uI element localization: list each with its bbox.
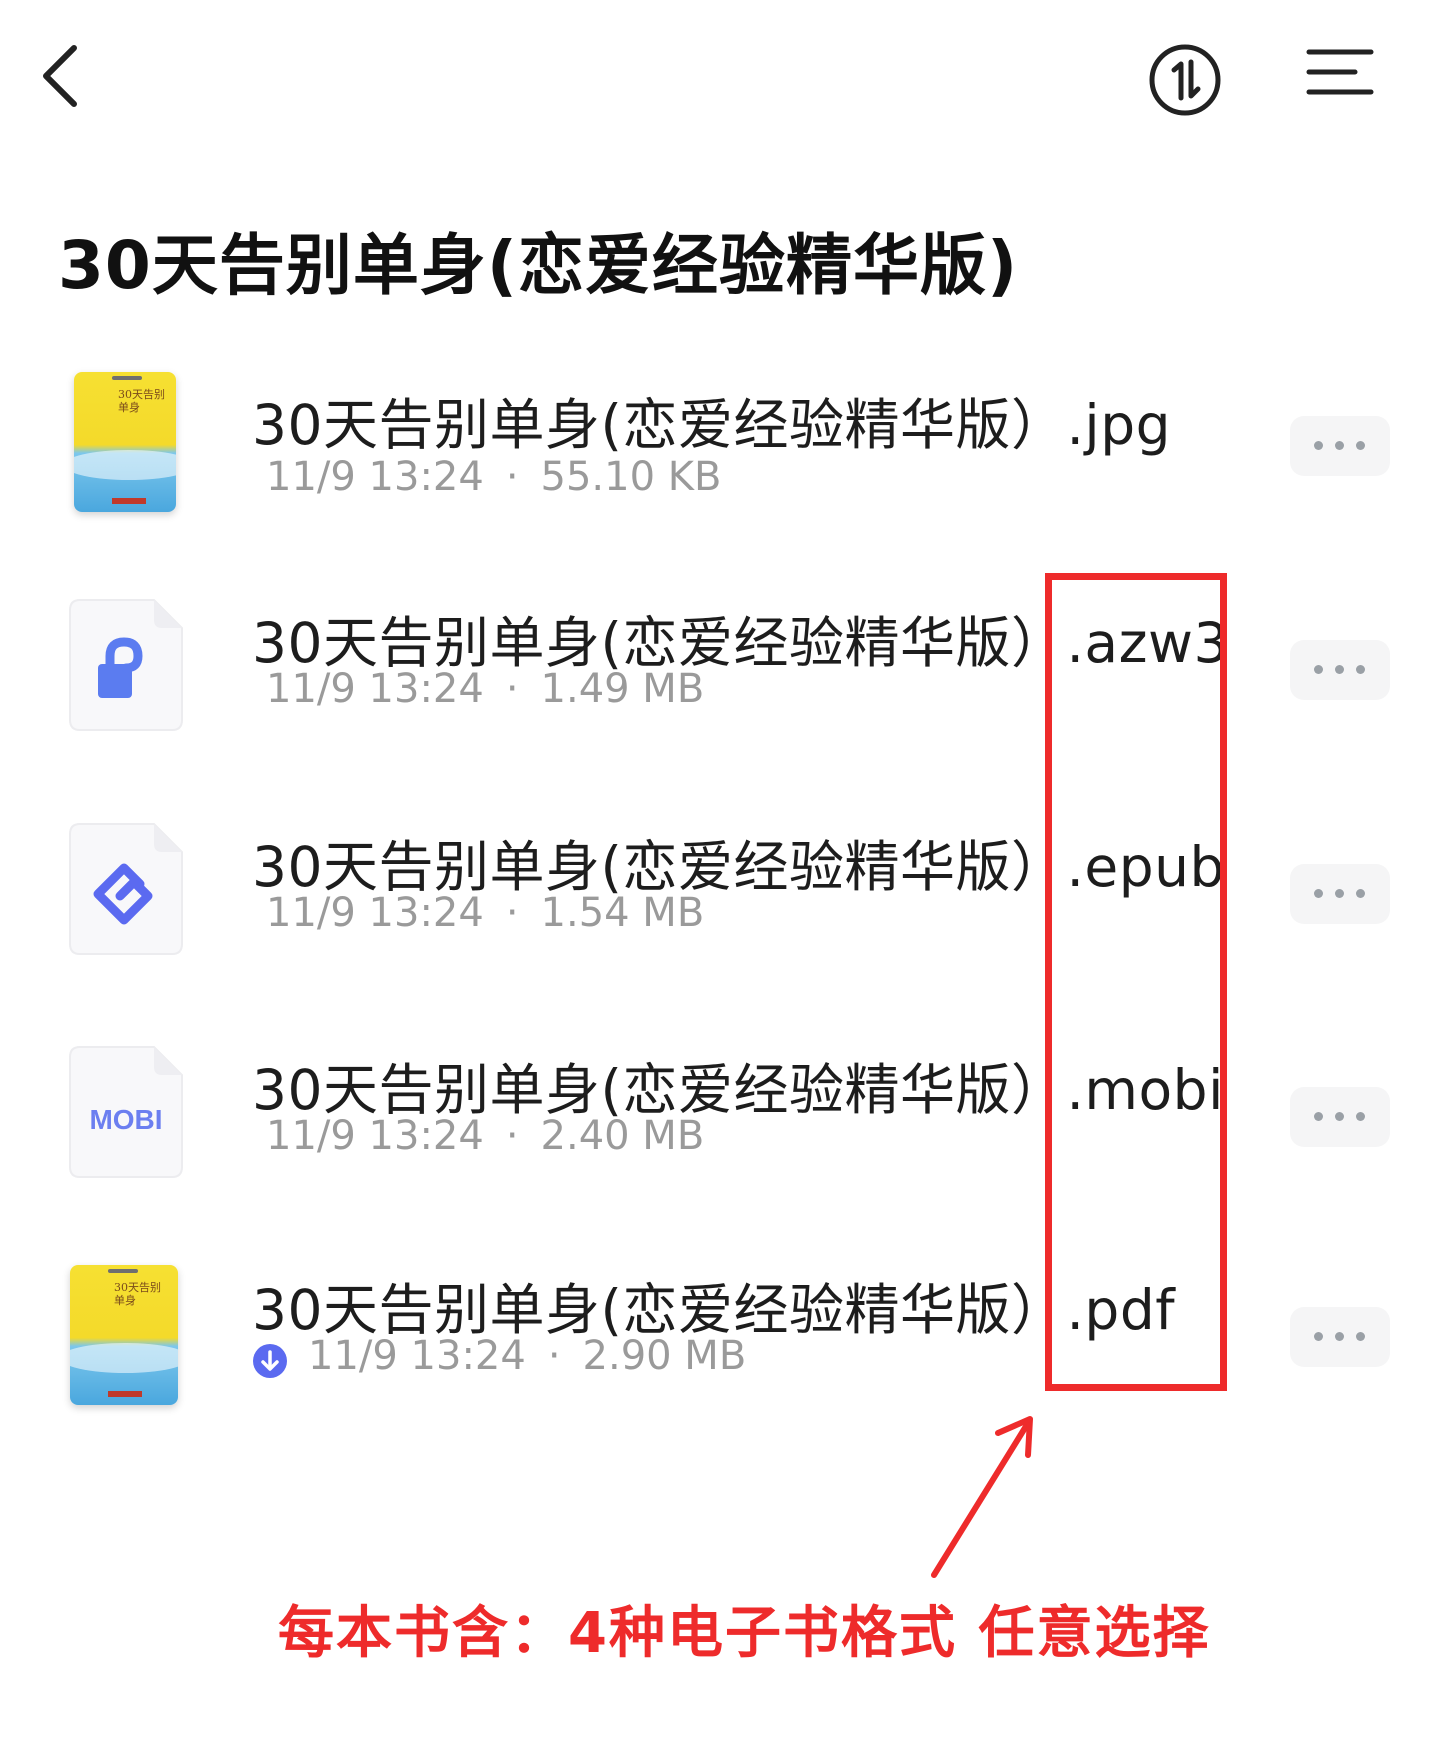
file-folder-screen: 30天告别单身(恋爱经验精华版) 30天告别单身 30天告别单身(恋爱经验精华版… bbox=[0, 0, 1440, 1749]
epub-file-icon bbox=[69, 823, 183, 955]
sort-button[interactable] bbox=[1145, 40, 1225, 120]
more-options-button[interactable] bbox=[1290, 1087, 1390, 1147]
sort-icon bbox=[1149, 44, 1221, 116]
file-date: 11/9 13:24 bbox=[266, 666, 484, 712]
file-meta: 11/9 13:24 · 1.49 MB bbox=[266, 666, 704, 712]
file-date: 11/9 13:24 bbox=[266, 890, 484, 936]
file-size: 55.10 KB bbox=[540, 454, 722, 500]
more-options-button[interactable] bbox=[1290, 416, 1390, 476]
mobi-file-icon: MOBI bbox=[69, 1046, 183, 1178]
file-date: 11/9 13:24 bbox=[266, 454, 484, 500]
meta-separator: · bbox=[505, 1113, 519, 1159]
back-button[interactable] bbox=[38, 38, 98, 118]
file-row-jpg[interactable]: 30天告别单身 30天告别单身(恋爱经验精华版）.jpg 11/9 13:24 ·… bbox=[0, 372, 1440, 572]
annotation-caption: 每本书含：4种电子书格式 任意选择 bbox=[278, 1601, 1211, 1666]
meta-separator: · bbox=[505, 890, 519, 936]
file-size: 2.90 MB bbox=[582, 1333, 747, 1379]
file-size: 1.49 MB bbox=[540, 666, 705, 712]
menu-icon bbox=[1306, 49, 1374, 95]
book-cover-thumbnail: 30天告别单身 bbox=[74, 372, 176, 512]
mobi-icon-label: MOBI bbox=[89, 1104, 162, 1135]
file-date: 11/9 13:24 bbox=[266, 1113, 484, 1159]
cover-text: 30天告别单身 bbox=[118, 388, 165, 414]
more-options-button[interactable] bbox=[1290, 1307, 1390, 1367]
meta-separator: · bbox=[505, 666, 519, 712]
page-title: 30天告别单身(恋爱经验精华版) bbox=[58, 227, 1019, 304]
menu-button[interactable] bbox=[1305, 46, 1375, 106]
more-dots-icon bbox=[1314, 889, 1365, 898]
meta-separator: · bbox=[547, 1333, 561, 1379]
file-meta: 11/9 13:24 · 55.10 KB bbox=[266, 454, 721, 500]
format-highlight-box bbox=[1045, 573, 1227, 1391]
more-dots-icon bbox=[1314, 441, 1365, 450]
file-size: 2.40 MB bbox=[540, 1113, 705, 1159]
annotation-arrow-icon bbox=[931, 1416, 1033, 1578]
file-meta: 11/9 13:24 · 1.54 MB bbox=[266, 890, 704, 936]
more-options-button[interactable] bbox=[1290, 864, 1390, 924]
more-dots-icon bbox=[1314, 665, 1365, 674]
meta-separator: · bbox=[505, 454, 519, 500]
file-meta: 11/9 13:24 · 2.90 MB bbox=[308, 1333, 746, 1379]
file-date: 11/9 13:24 bbox=[308, 1333, 526, 1379]
azw3-file-icon bbox=[69, 599, 183, 731]
file-name: 30天告别单身(恋爱经验精华版）.jpg bbox=[252, 393, 1172, 457]
file-meta: 11/9 13:24 · 2.40 MB bbox=[266, 1113, 704, 1159]
book-cover-thumbnail: 30天告别单身 bbox=[70, 1265, 178, 1405]
more-options-button[interactable] bbox=[1290, 640, 1390, 700]
chevron-left-icon bbox=[43, 45, 77, 107]
cover-text: 30天告别单身 bbox=[114, 1281, 161, 1307]
more-dots-icon bbox=[1314, 1332, 1365, 1341]
file-size: 1.54 MB bbox=[540, 890, 705, 936]
downloaded-icon bbox=[253, 1344, 287, 1378]
more-dots-icon bbox=[1314, 1112, 1365, 1121]
